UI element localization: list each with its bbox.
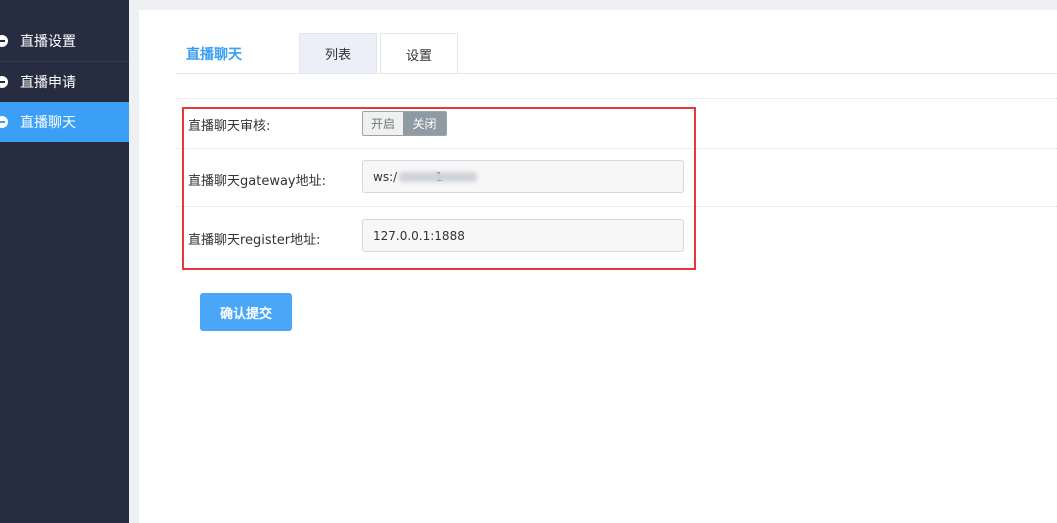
circle-minus-icon: [0, 116, 8, 128]
tab-divider: [176, 73, 1057, 74]
page-title: 直播聊天: [186, 47, 242, 63]
sidebar-gap: [129, 0, 139, 523]
circle-minus-icon: [0, 76, 8, 88]
highlight-box: [182, 107, 696, 270]
sidebar-item-label: 直播设置: [20, 34, 76, 50]
submit-button[interactable]: 确认提交: [200, 293, 292, 331]
top-bar: [129, 0, 1057, 10]
sidebar-item-label: 直播聊天: [20, 115, 76, 131]
sidebar-item-label: 直播申请: [20, 75, 76, 91]
circle-minus-icon: [0, 35, 8, 47]
sidebar: 直播设置 直播申请 直播聊天: [0, 0, 129, 523]
sidebar-item-live-chat[interactable]: 直播聊天: [0, 102, 129, 142]
tab-settings[interactable]: 设置: [380, 33, 458, 74]
tab-list[interactable]: 列表: [299, 33, 377, 73]
row-divider: [176, 98, 1057, 99]
sidebar-item-live-apply[interactable]: 直播申请: [0, 62, 129, 102]
sidebar-item-live-settings[interactable]: 直播设置: [0, 21, 129, 61]
